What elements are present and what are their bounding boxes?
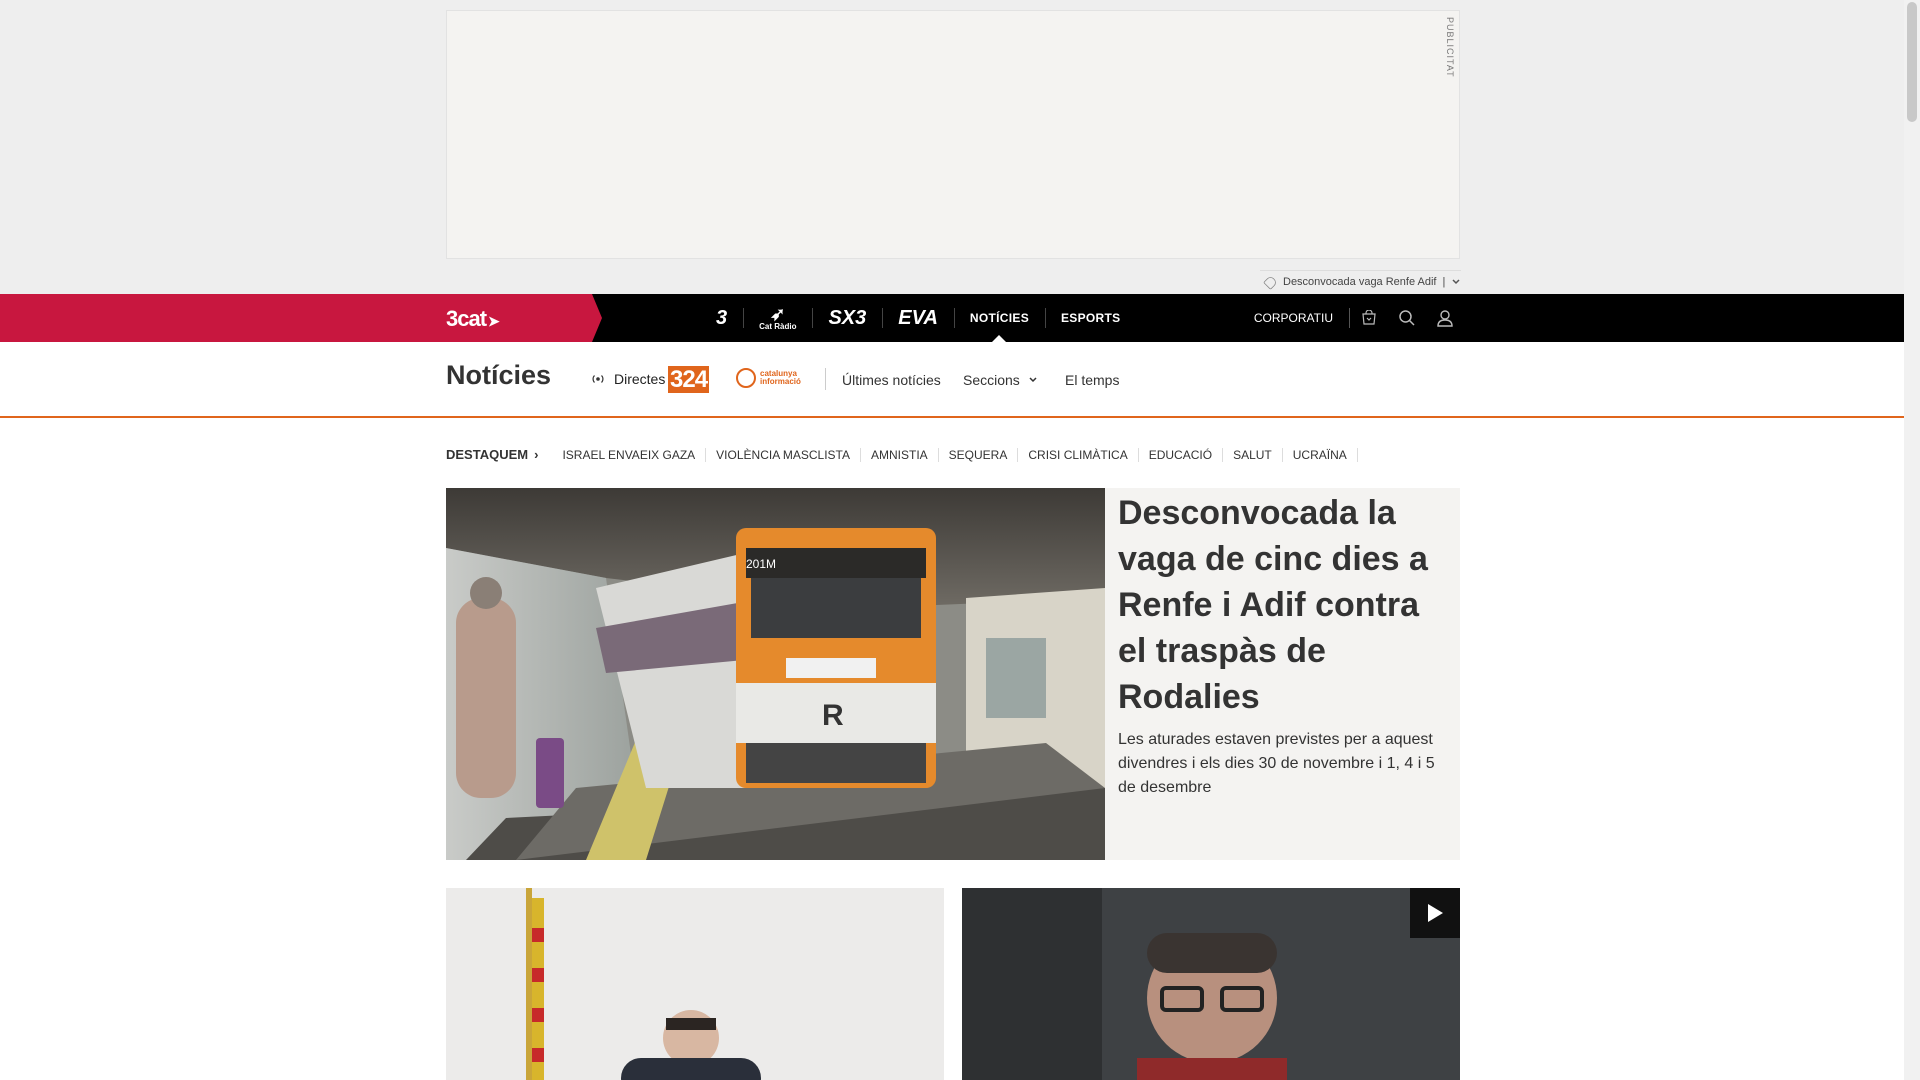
ci-line-2: informació — [760, 377, 801, 386]
catradio-label: Cat Ràdio — [759, 321, 797, 331]
hot-topic-separator: | — [1442, 276, 1446, 288]
hero-subtitle: Les aturades estaven previstes per a aqu… — [1118, 731, 1435, 796]
logo-324[interactable]: 324 — [668, 366, 710, 394]
brand-arrow-icon: ➤ — [488, 313, 500, 329]
scroll-thumb[interactable] — [1907, 2, 1917, 122]
top-navigation: 3cat ➤ 3 ➶ Cat Ràdio SX3 EVA NOTÍCIES ESP… — [0, 294, 1904, 342]
ci-circle-icon — [736, 368, 756, 388]
brand-logo[interactable]: 3cat ➤ — [446, 306, 500, 332]
topic-link[interactable]: SALUT — [1223, 447, 1283, 462]
channel-catradio[interactable]: ➶ Cat Ràdio — [743, 294, 812, 342]
el-temps-link[interactable]: El temps — [1065, 372, 1119, 388]
article-card[interactable] — [446, 888, 944, 1080]
seccions-label: Seccions — [963, 372, 1020, 388]
user-button[interactable] — [1426, 294, 1464, 342]
play-button[interactable] — [1410, 888, 1460, 938]
tag-icon — [1263, 274, 1278, 290]
hero-article[interactable]: R 201M Desconvocada la vaga de cinc dies… — [446, 488, 1460, 860]
channel-eva-logo: EVA — [898, 306, 938, 329]
section-bar: Notícies Directes 324 catalunya informac… — [0, 342, 1904, 418]
directes-link[interactable]: Directes — [590, 371, 665, 387]
channel-eva[interactable]: EVA — [882, 294, 954, 342]
train-code: 201M — [746, 557, 776, 571]
hero-image[interactable]: R 201M — [446, 488, 1105, 860]
play-icon — [1428, 904, 1443, 922]
topic-link[interactable]: ISRAEL ENVAEIX GAZA — [552, 447, 707, 462]
destaquem-link[interactable]: DESTAQUEM › — [446, 447, 538, 462]
brand-logo-text: 3cat — [446, 306, 487, 331]
brand-area — [0, 294, 602, 342]
logo-324-text: 324 — [668, 366, 710, 393]
directes-label: Directes — [614, 371, 666, 387]
logo-catalunya-informacio[interactable]: catalunya informació — [736, 368, 801, 388]
card-image — [446, 888, 944, 1080]
live-broadcast-icon — [592, 375, 604, 383]
chevron-right-icon: › — [534, 447, 539, 462]
channel-3-logo: 3 — [716, 306, 728, 329]
hero-headline[interactable]: Desconvocada la vaga de cinc dies a Renf… — [1118, 488, 1448, 720]
cart-button[interactable] — [1350, 294, 1388, 342]
nav-esports[interactable]: ESPORTS — [1045, 294, 1136, 342]
hot-topic-text[interactable]: Desconvocada vaga Renfe Adif — [1283, 276, 1437, 288]
channel-sx3-logo: SX3 — [828, 306, 867, 329]
destaquem-bar: DESTAQUEM › ISRAEL ENVAEIX GAZA VIOLÈNCIA… — [446, 447, 1358, 462]
train-letter: R — [822, 699, 844, 732]
search-icon — [1399, 310, 1415, 326]
catradio-logo: ➶ Cat Ràdio — [759, 303, 797, 331]
topic-link[interactable]: EDUCACIÓ — [1139, 447, 1224, 462]
train-photo: R 201M — [446, 488, 1105, 860]
cart-icon — [1362, 310, 1376, 325]
hot-topic-bar[interactable]: Desconvocada vaga Renfe Adif | — [1260, 270, 1462, 293]
corporatiu-link[interactable]: CORPORATIU — [1254, 308, 1350, 328]
user-icon — [1437, 310, 1453, 327]
catradio-wing-icon: ➶ — [770, 303, 786, 324]
topic-link[interactable]: CRISI CLIMÀTICA — [1018, 447, 1139, 462]
section-divider — [825, 368, 826, 390]
section-title[interactable]: Notícies — [446, 360, 551, 391]
page-scrollbar[interactable] — [1904, 0, 1920, 1080]
chevron-down-icon[interactable] — [1451, 277, 1461, 287]
nav-esports-label: ESPORTS — [1061, 311, 1121, 325]
chevron-down-icon — [1029, 377, 1037, 383]
hero-text: Desconvocada la vaga de cinc dies a Renf… — [1118, 488, 1448, 800]
ad-label: PUBLICITAT — [1445, 17, 1455, 78]
topic-link[interactable]: SEQUERA — [939, 447, 1019, 462]
search-button[interactable] — [1388, 294, 1426, 342]
nav-noticies-label: NOTÍCIES — [969, 311, 1029, 325]
card-image — [962, 888, 1460, 1080]
topic-link[interactable]: VIOLÈNCIA MASCLISTA — [706, 447, 861, 462]
user-nav: CORPORATIU — [1254, 294, 1464, 342]
topic-link[interactable]: AMNISTIA — [861, 447, 939, 462]
ultimes-noticies-link[interactable]: Últimes notícies — [842, 372, 941, 388]
video-card[interactable] — [962, 888, 1460, 1080]
seccions-dropdown[interactable]: Seccions — [963, 372, 1038, 388]
channel-list: 3 ➶ Cat Ràdio SX3 EVA NOTÍCIES ESPORTS — [700, 294, 1136, 342]
topic-link[interactable]: UCRAÏNA — [1283, 447, 1358, 462]
channel-3[interactable]: 3 — [700, 294, 743, 342]
ci-text: catalunya informació — [760, 370, 801, 386]
channel-sx3[interactable]: SX3 — [812, 294, 882, 342]
ad-band: PUBLICITAT Desconvocada vaga Renfe Adif … — [0, 0, 1904, 294]
ad-slot[interactable]: PUBLICITAT — [446, 10, 1460, 259]
destaquem-label: DESTAQUEM — [446, 447, 529, 462]
nav-noticies[interactable]: NOTÍCIES — [953, 294, 1045, 342]
